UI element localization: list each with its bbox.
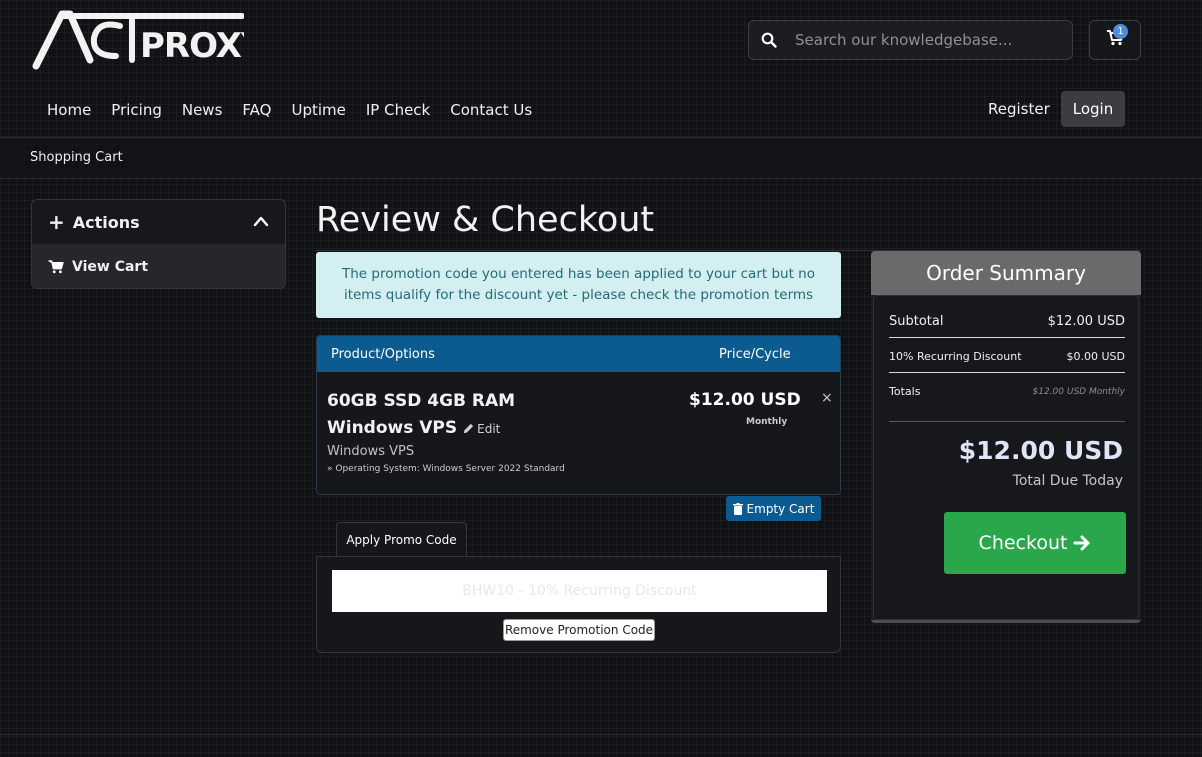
nav-home[interactable]: Home (37, 100, 101, 120)
product-group: Windows VPS (327, 444, 415, 459)
actions-panel: + Actions View Cart (31, 199, 286, 289)
edit-label: Edit (477, 422, 501, 436)
total-due-amount: $12.00 USD (958, 436, 1123, 465)
remove-item-button[interactable]: × (821, 390, 833, 406)
cart-button[interactable]: 1 (1089, 20, 1141, 60)
sidebar-item-view-cart[interactable]: View Cart (32, 244, 285, 288)
tab-apply-promo-code[interactable]: Apply Promo Code (336, 522, 467, 557)
remove-promo-button[interactable]: Remove Promotion Code (503, 619, 655, 641)
checkout-label: Checkout (978, 532, 1068, 554)
order-summary-title: Order Summary (871, 251, 1141, 295)
discount-value: $0.00 USD (1066, 350, 1126, 363)
search-icon (749, 32, 789, 48)
totals-row: Totals $12.00 USD Monthly (889, 385, 1125, 398)
divider (889, 421, 1125, 422)
site-header: PROXY 1 Home Pricing News FAQ Uptime IP … (0, 0, 1202, 138)
nav-news[interactable]: News (172, 100, 233, 120)
nav-contact-us[interactable]: Contact Us (440, 100, 542, 120)
cart-table: Product/Options Price/Cycle 60GB SSD 4GB… (316, 335, 841, 495)
nav-faq[interactable]: FAQ (232, 100, 281, 120)
nav-uptime[interactable]: Uptime (281, 100, 355, 120)
pencil-icon (464, 423, 474, 434)
discount-row: 10% Recurring Discount $0.00 USD (889, 350, 1125, 363)
trash-icon (732, 502, 743, 515)
edit-link[interactable]: Edit (463, 422, 500, 436)
search-input[interactable] (795, 31, 1065, 49)
order-summary-body: Subtotal $12.00 USD 10% Recurring Discou… (873, 295, 1139, 620)
breadcrumb-bar (0, 138, 1202, 179)
nav-ip-check[interactable]: IP Check (356, 100, 440, 120)
totals-value: $12.00 USD Monthly (1032, 386, 1125, 397)
cart-icon (48, 259, 64, 274)
nav-pricing[interactable]: Pricing (101, 100, 172, 120)
subtotal-row: Subtotal $12.00 USD (889, 314, 1125, 329)
totals-label: Totals (889, 385, 921, 398)
footer-divider (0, 734, 1202, 735)
column-header-product: Product/Options (331, 346, 435, 362)
divider (889, 372, 1125, 373)
actions-title: Actions (72, 212, 140, 232)
chevron-up-icon[interactable] (253, 212, 269, 231)
actions-panel-header[interactable]: + Actions (32, 200, 285, 244)
promo-code-field[interactable]: BHW10 - 10% Recurring Discount (332, 570, 827, 612)
product-price: $12.00 USD (689, 390, 801, 410)
sidebar-item-label: View Cart (72, 258, 149, 275)
breadcrumb: Shopping Cart (30, 150, 123, 165)
product-name: 60GB SSD 4GB RAM Windows VPS Edit (327, 388, 607, 443)
order-summary: Order Summary Subtotal $12.00 USD 10% Re… (871, 251, 1141, 623)
page-title: Review & Checkout (316, 200, 655, 240)
register-link[interactable]: Register (988, 100, 1050, 118)
checkout-button[interactable]: Checkout (944, 512, 1126, 574)
subtotal-value: $12.00 USD (1047, 314, 1125, 329)
arrow-right-icon (1073, 535, 1090, 551)
svg-text:PROXY: PROXY (140, 26, 244, 66)
login-button[interactable]: Login (1061, 91, 1125, 127)
empty-cart-label: Empty Cart (746, 501, 815, 516)
column-header-price: Price/Cycle (719, 346, 791, 362)
search-box[interactable] (748, 20, 1073, 60)
table-header: Product/Options Price/Cycle (317, 336, 840, 372)
discount-label: 10% Recurring Discount (889, 350, 1022, 363)
plus-icon: + (48, 210, 65, 234)
promo-info-alert: The promotion code you entered has been … (316, 252, 841, 318)
total-due-label: Total Due Today (1012, 473, 1123, 489)
promo-panel: BHW10 - 10% Recurring Discount Remove Pr… (316, 556, 841, 653)
product-option: » Operating System: Windows Server 2022 … (327, 464, 565, 474)
subtotal-label: Subtotal (889, 314, 944, 329)
divider (889, 337, 1125, 338)
main-nav: Home Pricing News FAQ Uptime IP Check Co… (37, 100, 542, 120)
product-cycle: Monthly (746, 417, 788, 427)
actproxy-logo[interactable]: PROXY (32, 10, 244, 72)
empty-cart-button[interactable]: Empty Cart (726, 496, 821, 521)
cart-count-badge: 1 (1113, 24, 1128, 39)
